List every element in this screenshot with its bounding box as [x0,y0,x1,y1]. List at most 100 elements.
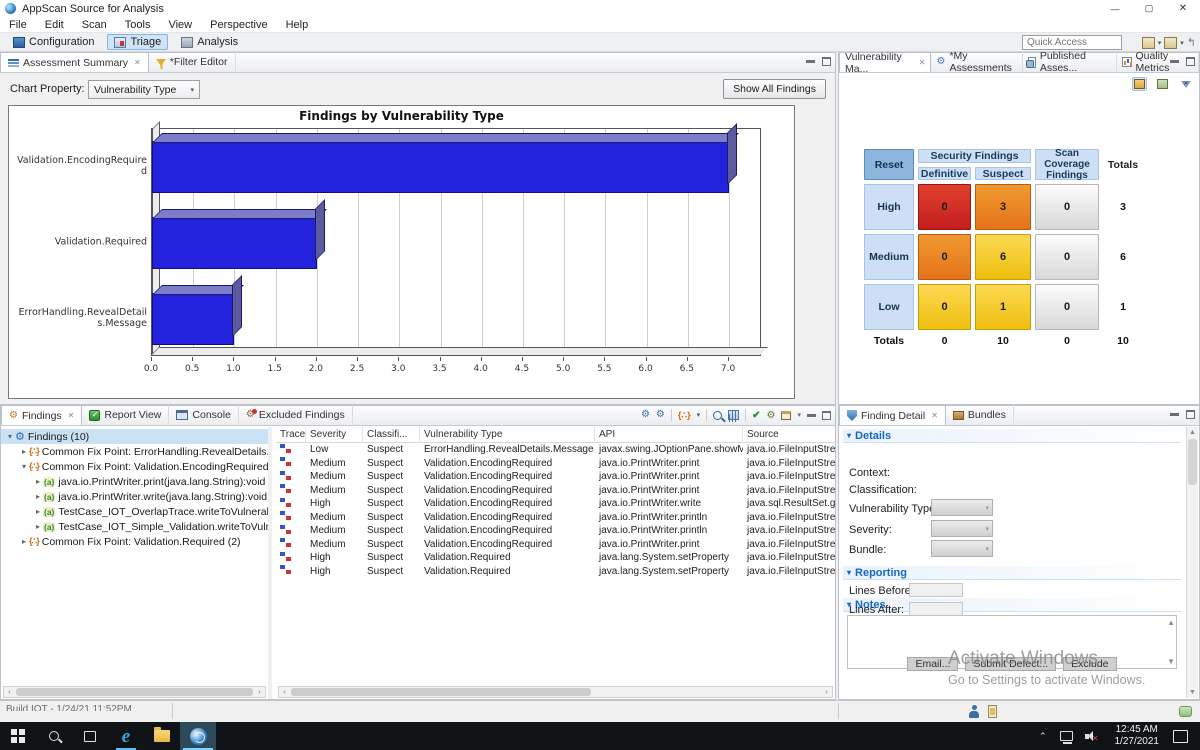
reporting-section-header[interactable]: ▾ Reporting [843,566,1181,580]
twisty-collapsed-icon[interactable]: ▸ [33,477,43,486]
taskbar-clock[interactable]: 12:45 AM 1/27/2021 [1105,724,1170,748]
twisty-collapsed-icon[interactable]: ▸ [33,492,43,501]
column-classification[interactable]: Classifi... [363,427,420,443]
file-explorer-button[interactable] [144,722,180,750]
column-severity[interactable]: Severity [306,427,363,443]
view-menu-icon[interactable]: ▾ [797,411,801,419]
maximize-icon[interactable] [822,57,831,66]
trace-icon[interactable] [280,524,291,534]
cell-high-scan[interactable]: 0 [1035,184,1099,230]
group-by-dropdown-icon[interactable]: ▾ [697,411,701,419]
network-icon[interactable] [1059,731,1073,744]
submit-defect-button[interactable]: Submit Defect... [965,657,1057,671]
maximize-icon[interactable] [1186,410,1195,419]
window-close-button[interactable]: ✕ [1166,0,1200,17]
trace-cell[interactable] [276,565,306,577]
scroll-right-icon[interactable]: › [821,687,832,697]
table-row[interactable]: Low Suspect ErrorHandling.RevealDetails.Me… [276,443,835,457]
table-row[interactable]: Medium Suspect Validation.EncodingRequired… [276,524,835,538]
trace-cell[interactable] [276,551,306,564]
email-button[interactable]: Email... [907,657,959,671]
trace-cell[interactable] [276,443,306,456]
vulnerability-type-select[interactable]: ▾ [931,499,993,516]
scrollbar-thumb[interactable] [291,688,591,696]
collapse-icon[interactable]: ▾ [847,568,851,577]
cell-high-definitive[interactable]: 0 [918,184,971,230]
perspective-analysis-button[interactable]: Analysis [174,34,245,50]
trace-icon[interactable] [280,497,291,507]
tree-item[interactable]: ▸ (a) java.io.PrintWriter.write(java.lang.… [1,489,268,504]
severity-select[interactable]: ▾ [931,520,993,537]
trace-cell[interactable] [276,538,306,550]
table-row[interactable]: High Suspect Validation.EncodingRequired ja… [276,497,835,511]
scroll-down-icon[interactable]: ▼ [1187,689,1198,696]
maximize-icon[interactable] [1186,57,1195,66]
tab-findings[interactable]: ⚙ Findings ✕ [1,405,83,425]
close-icon[interactable]: ✕ [919,58,926,67]
open-perspective-icon[interactable] [1141,36,1155,49]
row-low-label[interactable]: Low [864,284,914,330]
tab-console[interactable]: Console [169,405,239,425]
collapse-icon[interactable]: ▾ [847,431,851,440]
task-view-button[interactable] [72,722,108,750]
tab-report-view[interactable]: Report View [82,405,170,425]
tree-item[interactable]: ▸ (a) java.io.PrintWriter.print(java.lang.… [1,474,268,489]
trace-cell[interactable] [276,511,306,523]
cell-medium-scan[interactable]: 0 [1035,234,1099,280]
perspective-configuration-button[interactable]: Configuration [6,34,101,50]
tab-my-assessments[interactable]: ⚙ *My Assessments [931,50,1024,74]
restore-perspective-icon[interactable]: ↰ [1187,36,1196,49]
window-minimize-button[interactable]: — [1098,0,1132,17]
trace-icon[interactable] [280,551,291,561]
cell-low-suspect[interactable]: 1 [975,284,1031,330]
tree-item[interactable]: ▾ ⚙ Findings (10) [1,429,268,444]
tray-expand-icon[interactable]: ⌃ [1032,731,1054,742]
show-all-findings-button[interactable]: Show All Findings [723,79,826,99]
menu-edit[interactable]: Edit [36,19,73,31]
action-center-icon[interactable] [1173,729,1188,743]
menu-scan[interactable]: Scan [73,19,116,31]
minimize-icon[interactable] [1170,413,1179,416]
table-row[interactable]: Medium Suspect Validation.EncodingRequired… [276,457,835,471]
scrollbar-thumb[interactable] [1188,439,1197,485]
tree-horizontal-scrollbar[interactable]: ‹ › [3,686,266,698]
menu-file[interactable]: File [0,19,36,31]
close-icon[interactable]: ✕ [931,411,938,420]
trace-cell[interactable] [276,524,306,537]
tab-excluded-findings[interactable]: ⚙ Excluded Findings [239,405,353,425]
menu-perspective[interactable]: Perspective [201,19,276,31]
table-row[interactable]: Medium Suspect Validation.EncodingRequired… [276,470,835,484]
trace-icon[interactable] [280,457,291,467]
collapse-trace-icon[interactable]: ⚙ [656,409,665,421]
matrix-settings-icon[interactable] [1155,77,1170,91]
exclude-button[interactable]: Exclude [1063,657,1117,671]
group-by-fix-point-icon[interactable]: {∴} [678,410,691,421]
perspective-triage-button[interactable]: Triage [107,34,169,50]
twisty-expanded-icon[interactable]: ▾ [19,462,29,471]
table-horizontal-scrollbar[interactable]: ‹ › [278,686,833,698]
close-icon[interactable]: ✕ [134,58,141,67]
tab-filter-editor[interactable]: *Filter Editor [149,52,236,72]
trace-cell[interactable] [276,457,306,469]
perspective-dropdown-icon[interactable]: ▾ [1158,39,1162,47]
trace-icon[interactable] [280,565,291,575]
menu-help[interactable]: Help [277,19,318,31]
matrix-view-icon[interactable] [1132,77,1147,91]
taskbar-search-button[interactable] [36,722,72,750]
quick-access-input[interactable] [1022,35,1122,50]
trace-cell[interactable] [276,470,306,483]
scroll-right-icon[interactable]: › [254,687,265,697]
chart-property-select[interactable]: Vulnerability Type ▾ [88,80,200,99]
lines-before-input[interactable] [909,583,963,597]
tree-item[interactable]: ▸ (a) TestCase_IOT_Simple_Validation.write… [1,519,268,534]
tab-published-assessments[interactable]: Published Asses... [1023,50,1118,74]
expand-trace-icon[interactable]: ⚙ [641,409,650,421]
scroll-up-icon[interactable]: ▲ [1187,429,1198,436]
tree-item[interactable]: ▾ {∴} Common Fix Point: Validation.Encodin… [1,459,268,474]
twisty-collapsed-icon[interactable]: ▸ [19,447,29,456]
filter-disabled-icon[interactable] [1178,77,1193,91]
minimize-icon[interactable] [807,413,816,417]
tree-item[interactable]: ▸ (a) TestCase_IOT_OverlapTrace.writeToVul… [1,504,268,519]
column-source[interactable]: Source [743,427,835,443]
volume-muted-icon[interactable]: ✕ [1084,730,1099,742]
